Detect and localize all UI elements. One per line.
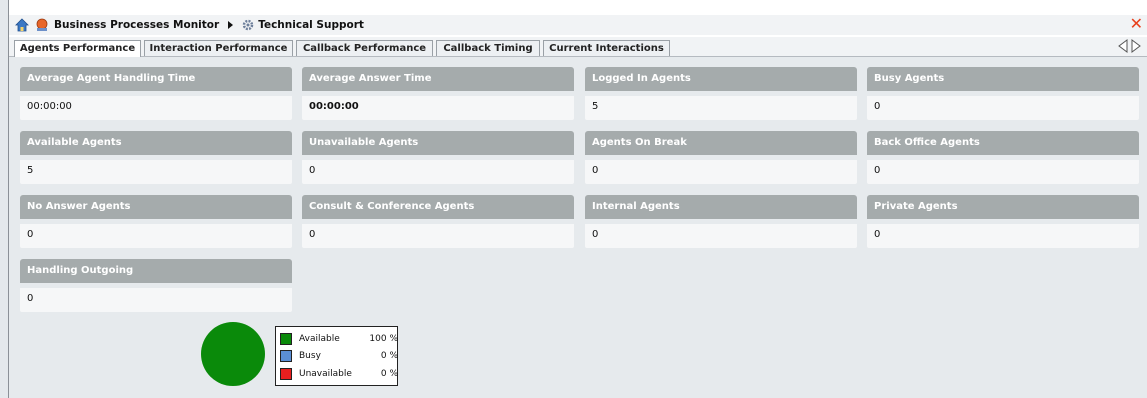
agents-performance-panel: Average Agent Handling Time 00:00:00 Ave…: [9, 57, 1147, 398]
card-title: Average Agent Handling Time: [20, 67, 292, 91]
chart-legend: Available 100 % Busy 0 % Unavailable 0 %: [275, 326, 398, 386]
card-busy-agents: Busy Agents 0: [867, 67, 1139, 121]
card-value: 0: [867, 96, 1139, 120]
card-value: 0: [302, 224, 574, 248]
legend-percent: 100 %: [369, 334, 398, 344]
legend-percent: 0 %: [380, 351, 398, 361]
legend-label: Available: [299, 334, 340, 344]
card-value: 5: [20, 160, 292, 184]
tab-callback-timing[interactable]: Callback Timing: [436, 40, 540, 56]
tab-interaction-performance[interactable]: Interaction Performance: [144, 40, 293, 56]
card-value: 5: [585, 96, 857, 120]
card-title: Back Office Agents: [867, 131, 1139, 155]
card-value: 0: [867, 224, 1139, 248]
card-handling-outgoing: Handling Outgoing 0: [20, 259, 292, 313]
legend-label: Unavailable: [299, 369, 352, 379]
card-title: Internal Agents: [585, 195, 857, 219]
tab-agents-performance[interactable]: Agents Performance: [14, 40, 141, 57]
card-agents-on-break: Agents On Break 0: [585, 131, 857, 185]
card-title: Unavailable Agents: [302, 131, 574, 155]
agent-status-pie-chart: [201, 322, 265, 386]
card-title: Handling Outgoing: [20, 259, 292, 283]
card-average-agent-handling-time: Average Agent Handling Time 00:00:00: [20, 67, 292, 121]
card-value: 0: [20, 224, 292, 248]
card-value: 0: [585, 160, 857, 184]
card-value: 0: [585, 224, 857, 248]
card-value: 0: [302, 160, 574, 184]
card-private-agents: Private Agents 0: [867, 195, 1139, 249]
legend-swatch: [280, 350, 292, 362]
business-process-icon: [35, 18, 49, 32]
card-consult-conference-agents: Consult & Conference Agents 0: [302, 195, 574, 249]
top-border: [0, 0, 1147, 10]
card-value: 00:00:00: [20, 96, 292, 120]
card-title: Average Answer Time: [302, 67, 574, 91]
left-edge: [0, 0, 9, 398]
legend-item-busy: Busy 0 %: [280, 348, 398, 364]
legend-label: Busy: [299, 351, 321, 361]
breadcrumb-current[interactable]: Technical Support: [258, 19, 364, 31]
card-title: No Answer Agents: [20, 195, 292, 219]
card-title: Logged In Agents: [585, 67, 857, 91]
legend-item-unavailable: Unavailable 0 %: [280, 366, 398, 382]
card-available-agents: Available Agents 5: [20, 131, 292, 185]
card-logged-in-agents: Logged In Agents 5: [585, 67, 857, 121]
card-title: Available Agents: [20, 131, 292, 155]
scroll-right-icon[interactable]: [1131, 39, 1141, 53]
card-title: Private Agents: [867, 195, 1139, 219]
close-icon[interactable]: ✕: [1130, 16, 1143, 32]
card-value: 00:00:00: [302, 96, 574, 120]
tab-bar: Agents Performance Interaction Performan…: [9, 37, 1147, 57]
card-title: Busy Agents: [867, 67, 1139, 91]
tab-scroll-controls: [1118, 39, 1141, 53]
scroll-left-icon[interactable]: [1118, 39, 1128, 53]
card-value: 0: [20, 288, 292, 312]
card-title: Consult & Conference Agents: [302, 195, 574, 219]
card-back-office-agents: Back Office Agents 0: [867, 131, 1139, 185]
legend-item-available: Available 100 %: [280, 331, 398, 347]
home-icon[interactable]: [15, 18, 29, 32]
card-internal-agents: Internal Agents 0: [585, 195, 857, 249]
breadcrumb-separator-icon: [228, 21, 234, 29]
card-average-answer-time: Average Answer Time 00:00:00: [302, 67, 574, 121]
pie-slice-available: [201, 322, 265, 386]
card-no-answer-agents: No Answer Agents 0: [20, 195, 292, 249]
legend-swatch: [280, 333, 292, 345]
card-value: 0: [867, 160, 1139, 184]
tab-callback-performance[interactable]: Callback Performance: [296, 40, 433, 56]
card-unavailable-agents: Unavailable Agents 0: [302, 131, 574, 185]
breadcrumb-bar: Business Processes Monitor Technical Sup…: [9, 15, 1147, 35]
breadcrumb-root[interactable]: Business Processes Monitor: [54, 19, 219, 31]
tab-current-interactions[interactable]: Current Interactions: [543, 40, 670, 56]
legend-swatch: [280, 368, 292, 380]
app-window: Business Processes Monitor Technical Sup…: [0, 0, 1147, 398]
legend-percent: 0 %: [380, 369, 398, 379]
card-title: Agents On Break: [585, 131, 857, 155]
gear-icon: [241, 18, 255, 32]
